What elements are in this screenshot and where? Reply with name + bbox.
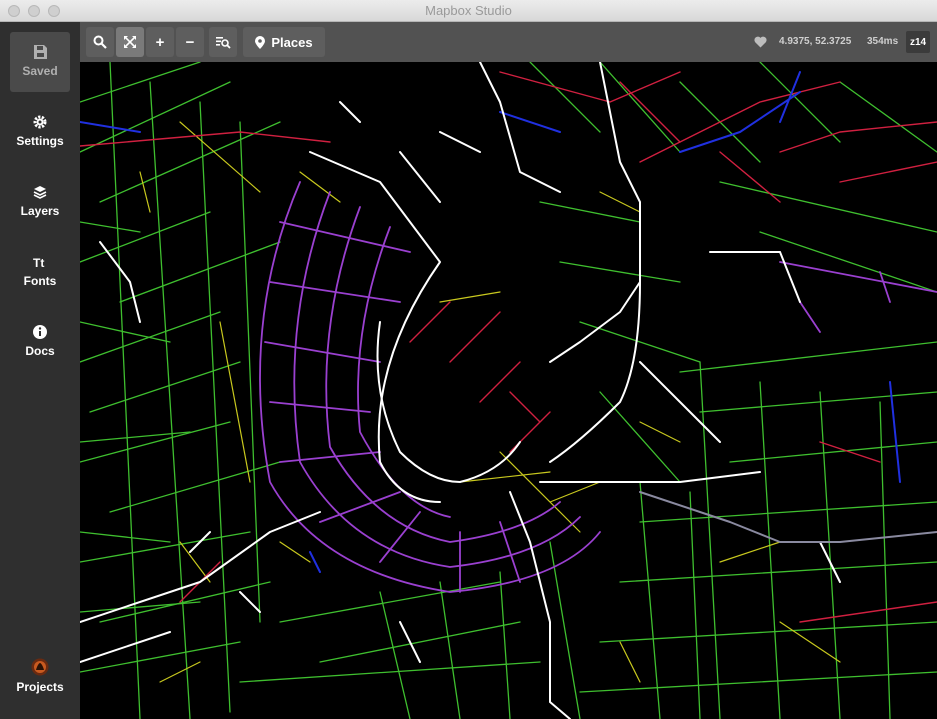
zoom-in-button[interactable]: +: [146, 27, 174, 57]
layers-icon: [33, 186, 47, 199]
toolbar: + − Places 4.9375, 52.3725 354ms z14: [80, 22, 937, 62]
sidebar-item-label: Settings: [16, 134, 64, 148]
svg-text:Tt: Tt: [33, 256, 44, 270]
map-canvas[interactable]: [80, 62, 937, 719]
heart-icon[interactable]: [754, 36, 767, 48]
search-button[interactable]: [86, 27, 114, 57]
projects-avatar-icon: [31, 658, 49, 676]
save-icon: [34, 45, 47, 59]
sidebar-item-label: Layers: [20, 204, 60, 218]
sidebar-item-saved[interactable]: Saved: [10, 32, 70, 92]
expand-icon: [124, 36, 136, 48]
sidebar-item-label: Projects: [16, 680, 64, 694]
search-icon: [93, 35, 107, 49]
places-button[interactable]: Places: [243, 27, 325, 57]
street-network: [80, 62, 937, 719]
inspect-icon: [216, 37, 231, 49]
render-time-readout: 354ms: [867, 36, 899, 47]
coordinates-readout: 4.9375, 52.3725: [779, 36, 852, 47]
sidebar-item-layers[interactable]: Layers: [10, 172, 70, 232]
sidebar-item-docs[interactable]: Docs: [10, 312, 70, 372]
map-pin-icon: [255, 35, 266, 49]
fonts-icon: Tt: [33, 256, 44, 270]
inspect-button[interactable]: [209, 27, 237, 57]
places-label: Places: [271, 34, 313, 50]
sidebar-item-label: Fonts: [23, 274, 57, 288]
info-icon: [33, 325, 47, 339]
sidebar-item-fonts[interactable]: Tt Fonts: [10, 242, 70, 302]
sidebar-item-settings[interactable]: Settings: [10, 102, 70, 162]
sidebar: Saved Settings Layers Tt Fonts Docs Proj…: [0, 22, 80, 719]
zoom-out-button[interactable]: −: [176, 27, 204, 57]
window-title: Mapbox Studio: [425, 3, 512, 18]
sidebar-item-label: Saved: [22, 64, 58, 78]
window-titlebar: Mapbox Studio: [0, 0, 937, 22]
sidebar-item-projects[interactable]: Projects: [10, 652, 70, 712]
railway-lines: [639, 491, 937, 543]
canal-ring-streets: [259, 181, 937, 593]
fit-bounds-button[interactable]: [116, 27, 144, 57]
zoom-level-badge: z14: [906, 31, 930, 53]
sidebar-item-label: Docs: [25, 344, 55, 358]
gear-icon: [33, 115, 47, 129]
